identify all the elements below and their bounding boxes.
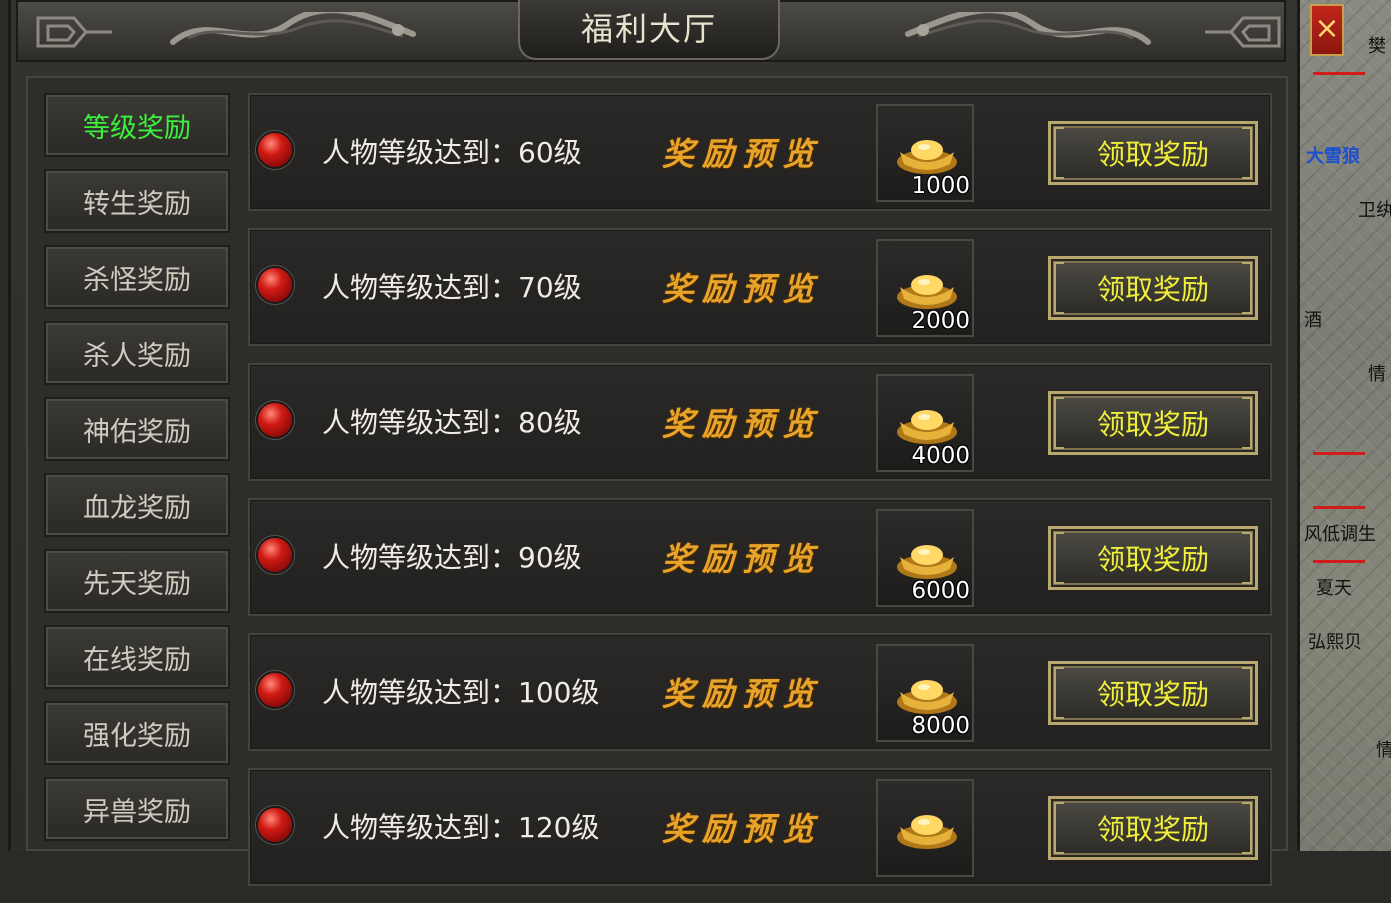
reward-item-slot[interactable]: 6000	[876, 509, 974, 607]
knot-ornament-icon	[1205, 16, 1281, 48]
status-dot-icon	[256, 671, 294, 709]
status-dot-icon	[256, 266, 294, 304]
knot-ornament-icon	[36, 16, 112, 48]
tab-innate-reward[interactable]: 先天奖励	[44, 549, 230, 613]
claim-reward-button[interactable]: 领取奖励	[1048, 121, 1258, 185]
reward-quantity: 6000	[911, 578, 970, 604]
reward-list: 人物等级达到：60级 奖励预览 1000 领取奖励 人物等级达到：70级 奖励预…	[248, 93, 1272, 903]
reward-row: 人物等级达到：120级 奖励预览 领取奖励	[248, 768, 1272, 886]
dragon-ornament-icon	[170, 12, 416, 45]
map-npc-name[interactable]: 情	[1368, 360, 1386, 386]
claim-reward-button[interactable]: 领取奖励	[1048, 661, 1258, 725]
tab-blood-dragon-reward[interactable]: 血龙奖励	[44, 473, 230, 537]
reward-quantity: 1000	[911, 173, 970, 199]
reward-preview-link[interactable]: 奖励预览	[662, 804, 822, 850]
close-button[interactable]: ×	[1310, 4, 1344, 56]
map-player-name[interactable]: 樊	[1368, 32, 1386, 58]
gold-ingot-icon	[897, 410, 957, 444]
tab-enhance-reward[interactable]: 强化奖励	[44, 701, 230, 765]
reward-condition: 人物等级达到：60级	[322, 136, 582, 169]
map-npc-name[interactable]: 情	[1376, 736, 1391, 762]
tab-beast-reward[interactable]: 异兽奖励	[44, 777, 230, 841]
reward-quantity: 4000	[911, 443, 970, 469]
map-labels: 樊 大雪狼 卫纨 酒 情 风低调生 夏天 弘熙贝 情	[1300, 0, 1391, 851]
reward-item-slot[interactable]	[876, 779, 974, 877]
map-monster-name[interactable]: 大雪狼	[1306, 142, 1360, 168]
claim-reward-button[interactable]: 领取奖励	[1048, 526, 1258, 590]
reward-row: 人物等级达到：90级 奖励预览 6000 领取奖励	[248, 498, 1272, 616]
reward-preview-link[interactable]: 奖励预览	[662, 264, 822, 310]
reward-condition: 人物等级达到：120级	[322, 811, 600, 844]
reward-quantity: 8000	[911, 713, 970, 739]
reward-item-slot[interactable]: 1000	[876, 104, 974, 202]
status-dot-icon	[256, 536, 294, 574]
gold-ingot-icon	[897, 275, 957, 309]
reward-condition: 人物等级达到：90级	[322, 541, 582, 574]
reward-condition: 人物等级达到：70级	[322, 271, 582, 304]
dragon-ornament-icon	[905, 12, 1151, 45]
reward-item-slot[interactable]: 2000	[876, 239, 974, 337]
claim-reward-button[interactable]: 领取奖励	[1048, 256, 1258, 320]
tab-divine-blessing-reward[interactable]: 神佑奖励	[44, 397, 230, 461]
claim-reward-button[interactable]: 领取奖励	[1048, 391, 1258, 455]
tab-player-kill-reward[interactable]: 杀人奖励	[44, 321, 230, 385]
reward-preview-link[interactable]: 奖励预览	[662, 399, 822, 445]
gold-ingot-icon	[897, 140, 957, 174]
reward-preview-link[interactable]: 奖励预览	[662, 669, 822, 715]
gold-ingot-icon	[897, 545, 957, 579]
status-dot-icon	[256, 806, 294, 844]
reward-preview-link[interactable]: 奖励预览	[662, 129, 822, 175]
reward-row: 人物等级达到：60级 奖励预览 1000 领取奖励	[248, 93, 1272, 211]
reward-item-slot[interactable]: 4000	[876, 374, 974, 472]
map-player-name[interactable]: 风低调生	[1304, 520, 1376, 546]
gold-ingot-icon	[897, 680, 957, 714]
gold-ingot-icon	[897, 815, 957, 849]
window-title: 福利大厅	[580, 10, 717, 48]
tab-online-reward[interactable]: 在线奖励	[44, 625, 230, 689]
reward-row: 人物等级达到：100级 奖励预览 8000 领取奖励	[248, 633, 1272, 751]
claim-reward-button[interactable]: 领取奖励	[1048, 796, 1258, 860]
map-player-name[interactable]: 弘熙贝	[1308, 628, 1362, 654]
reward-row: 人物等级达到：70级 奖励预览 2000 领取奖励	[248, 228, 1272, 346]
tab-monster-kill-reward[interactable]: 杀怪奖励	[44, 245, 230, 309]
tab-level-reward[interactable]: 等级奖励	[44, 93, 230, 157]
reward-condition: 人物等级达到：80级	[322, 406, 582, 439]
map-npc-name[interactable]: 卫纨	[1358, 196, 1391, 222]
reward-row: 人物等级达到：80级 奖励预览 4000 领取奖励	[248, 363, 1272, 481]
reward-item-slot[interactable]: 8000	[876, 644, 974, 742]
reward-category-sidebar: 等级奖励 转生奖励 杀怪奖励 杀人奖励 神佑奖励 血龙奖励 先天奖励 在线奖励 …	[44, 93, 234, 853]
reward-quantity: 2000	[911, 308, 970, 334]
status-dot-icon	[256, 401, 294, 439]
reward-preview-link[interactable]: 奖励预览	[662, 534, 822, 580]
status-dot-icon	[256, 131, 294, 169]
reward-condition: 人物等级达到：100级	[322, 676, 600, 709]
map-npc-name[interactable]: 酒	[1304, 306, 1322, 332]
map-player-name[interactable]: 夏天	[1316, 574, 1352, 600]
tab-rebirth-reward[interactable]: 转生奖励	[44, 169, 230, 233]
